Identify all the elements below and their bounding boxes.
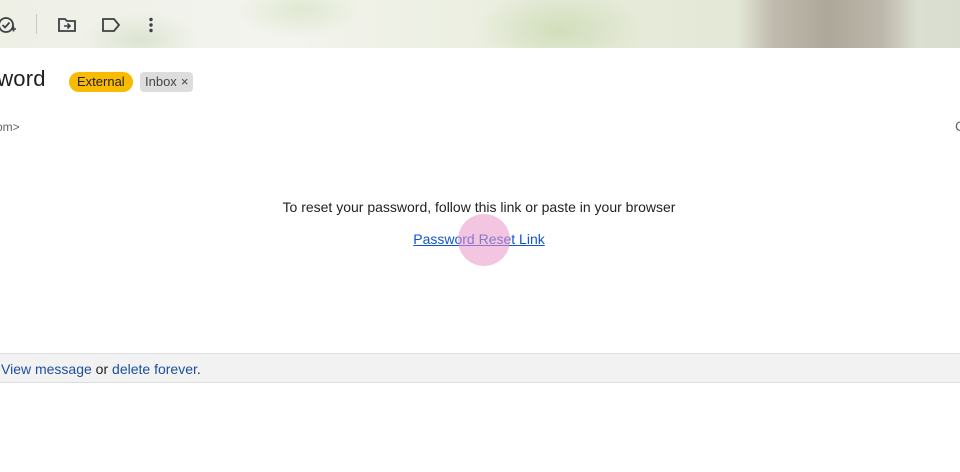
external-badge: External: [69, 72, 133, 92]
background-tree-trunk: [738, 0, 918, 48]
move-to-icon[interactable]: [56, 14, 78, 36]
more-vert-icon[interactable]: [140, 14, 162, 36]
reset-link-container: Password Reset Link: [0, 231, 958, 247]
header-right-fragment: C: [955, 118, 960, 134]
toolbar: [0, 0, 960, 48]
email-body-text: To reset your password, follow this link…: [282, 199, 676, 215]
or-text: or: [91, 361, 113, 377]
add-to-tasks-icon[interactable]: [0, 14, 18, 36]
period-text: .: [196, 361, 201, 377]
delete-forever-link[interactable]: delete forever: [112, 361, 197, 377]
inbox-label-chip: Inbox ×: [140, 72, 194, 92]
view-message-link[interactable]: View message: [1, 361, 92, 377]
email-subject: sword: [0, 66, 46, 91]
sender-address: om>: [0, 120, 20, 134]
label-icon[interactable]: [100, 14, 122, 36]
password-reset-link[interactable]: Password Reset Link: [413, 231, 545, 247]
toolbar-separator: [36, 14, 37, 34]
inbox-label-text: Inbox: [145, 74, 177, 89]
remove-label-icon[interactable]: ×: [181, 72, 189, 92]
spam-warning-bar: View message or delete forever.: [0, 353, 960, 383]
